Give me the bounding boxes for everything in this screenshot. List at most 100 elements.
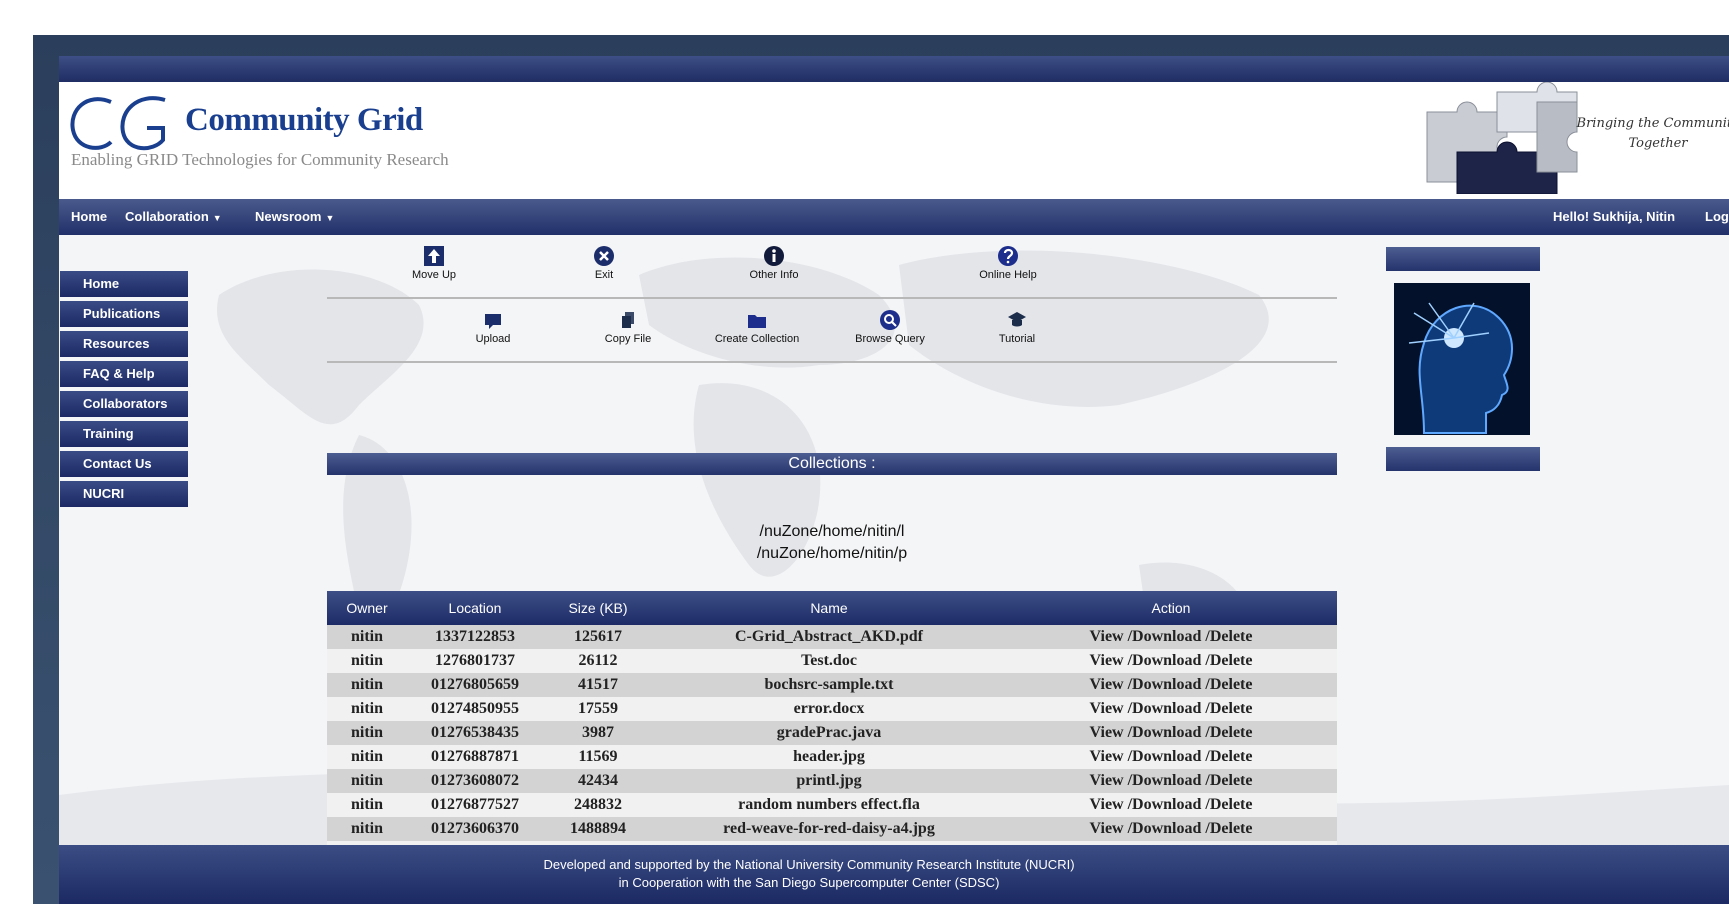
sidebar-item-resources[interactable]: Resources	[60, 331, 188, 357]
create-collection-button[interactable]: Create Collection	[702, 309, 812, 345]
sidebar-item-training[interactable]: Training	[60, 421, 188, 447]
online-help-button[interactable]: Online Help	[953, 245, 1063, 281]
move-up-label: Move Up	[411, 269, 457, 281]
owner-cell: nitin	[327, 745, 407, 769]
help-icon	[998, 246, 1018, 266]
site-header: Community Grid Enabling GRID Technologie…	[59, 82, 1729, 196]
download-link[interactable]: /Download	[1128, 820, 1202, 837]
column-header-action: Action	[1005, 591, 1337, 625]
action-cell: View /Download /Delete	[1005, 793, 1337, 817]
action-cell: View /Download /Delete	[1005, 673, 1337, 697]
location-cell: 01273608072	[407, 769, 543, 793]
exit-label: Exit	[594, 269, 614, 281]
upload-icon	[485, 314, 501, 329]
top-bar	[59, 56, 1729, 82]
toolbar-row-1: Move Up Exit Other Info Online Help	[327, 235, 1337, 299]
name-cell: header.jpg	[653, 745, 1005, 769]
delete-link[interactable]: /Delete	[1205, 772, 1252, 789]
size-cell: 17559	[543, 697, 653, 721]
delete-link[interactable]: /Delete	[1205, 796, 1252, 813]
download-link[interactable]: /Download	[1128, 724, 1202, 741]
action-cell: View /Download /Delete	[1005, 697, 1337, 721]
copy-file-button[interactable]: Copy File	[573, 309, 683, 345]
info-icon	[764, 246, 784, 266]
view-link[interactable]: View	[1090, 652, 1124, 669]
name-cell: error.docx	[653, 697, 1005, 721]
search-icon	[880, 310, 900, 330]
view-link[interactable]: View	[1090, 748, 1124, 765]
view-link[interactable]: View	[1090, 676, 1124, 693]
delete-link[interactable]: /Delete	[1205, 628, 1252, 645]
sidebar-item-home[interactable]: Home	[60, 271, 188, 297]
location-cell: 01276805659	[407, 673, 543, 697]
download-link[interactable]: /Download	[1128, 796, 1202, 813]
view-link[interactable]: View	[1090, 724, 1124, 741]
page: Community Grid Enabling GRID Technologie…	[59, 56, 1729, 904]
tagline-line2: Together	[1628, 136, 1688, 151]
sidebar-item-nucri[interactable]: NUCRI	[60, 481, 188, 507]
chevron-down-icon: ▼	[212, 213, 222, 223]
side-menu: Home Publications Resources FAQ & Help C…	[60, 271, 188, 511]
sidebar-item-collaborators[interactable]: Collaborators	[60, 391, 188, 417]
download-link[interactable]: /Download	[1128, 676, 1202, 693]
download-link[interactable]: /Download	[1128, 628, 1202, 645]
view-link[interactable]: View	[1090, 772, 1124, 789]
logout-link[interactable]: Logout	[1705, 209, 1729, 224]
view-link[interactable]: View	[1090, 796, 1124, 813]
size-cell: 42434	[543, 769, 653, 793]
files-table-body: nitin 1337122853 125617 C-Grid_Abstract_AKD…	[327, 625, 1337, 865]
size-cell: 11569	[543, 745, 653, 769]
exit-button[interactable]: Exit	[549, 245, 659, 281]
delete-link[interactable]: /Delete	[1205, 652, 1252, 669]
main-nav: Home Collaboration ▼ Newsroom ▼ Hello! Suk…	[59, 199, 1729, 235]
table-row: nitin 01273608072 42434 printl.jpg View /Dow…	[327, 769, 1337, 793]
owner-cell: nitin	[327, 817, 407, 841]
nav-home[interactable]: Home	[71, 209, 107, 224]
right-panel-footer	[1386, 447, 1540, 471]
download-link[interactable]: /Download	[1128, 748, 1202, 765]
sidebar-item-faq-help[interactable]: FAQ & Help	[60, 361, 188, 387]
location-cell: 01276538435	[407, 721, 543, 745]
delete-link[interactable]: /Delete	[1205, 748, 1252, 765]
location-cell: 01276877527	[407, 793, 543, 817]
browse-query-button[interactable]: Browse Query	[835, 309, 945, 345]
view-link[interactable]: View	[1090, 700, 1124, 717]
download-link[interactable]: /Download	[1128, 700, 1202, 717]
other-info-button[interactable]: Other Info	[719, 245, 829, 281]
table-row: nitin 1276801737 26112 Test.doc View /Downlo…	[327, 649, 1337, 673]
folder-icon	[748, 315, 766, 328]
download-link[interactable]: /Download	[1128, 652, 1202, 669]
delete-link[interactable]: /Delete	[1205, 820, 1252, 837]
view-link[interactable]: View	[1090, 820, 1124, 837]
column-header-name: Name	[653, 591, 1005, 625]
owner-cell: nitin	[327, 721, 407, 745]
tutorial-button[interactable]: Tutorial	[962, 309, 1072, 345]
nav-collaboration[interactable]: Collaboration ▼	[125, 209, 222, 224]
name-cell: C-Grid_Abstract_AKD.pdf	[653, 625, 1005, 649]
collection-paths: /nuZone/home/nitin/l /nuZone/home/nitin/…	[327, 521, 1337, 565]
online-help-label: Online Help	[979, 269, 1037, 281]
upload-button[interactable]: Upload	[438, 309, 548, 345]
copy-file-label: Copy File	[604, 333, 652, 345]
browse-query-label: Browse Query	[855, 333, 925, 345]
table-row: nitin 01276887871 11569 header.jpg View /Dow…	[327, 745, 1337, 769]
nav-newsroom[interactable]: Newsroom ▼	[255, 209, 334, 224]
move-up-button[interactable]: Move Up	[379, 245, 489, 281]
collection-link[interactable]: /nuZone/home/nitin/p	[327, 543, 1337, 565]
owner-cell: nitin	[327, 649, 407, 673]
view-link[interactable]: View	[1090, 628, 1124, 645]
sidebar-item-publications[interactable]: Publications	[60, 301, 188, 327]
delete-link[interactable]: /Delete	[1205, 700, 1252, 717]
delete-link[interactable]: /Delete	[1205, 676, 1252, 693]
download-link[interactable]: /Download	[1128, 772, 1202, 789]
location-cell: 01273606370	[407, 817, 543, 841]
copy-file-icon	[622, 312, 634, 328]
name-cell: printl.jpg	[653, 769, 1005, 793]
site-title: Community Grid	[185, 102, 423, 138]
sidebar-item-contact-us[interactable]: Contact Us	[60, 451, 188, 477]
table-row: nitin 01276805659 41517 bochsrc-sample.txt V…	[327, 673, 1337, 697]
delete-link[interactable]: /Delete	[1205, 724, 1252, 741]
owner-cell: nitin	[327, 697, 407, 721]
footer-line-1: Developed and supported by the National …	[543, 857, 1075, 872]
collection-link[interactable]: /nuZone/home/nitin/l	[327, 521, 1337, 543]
